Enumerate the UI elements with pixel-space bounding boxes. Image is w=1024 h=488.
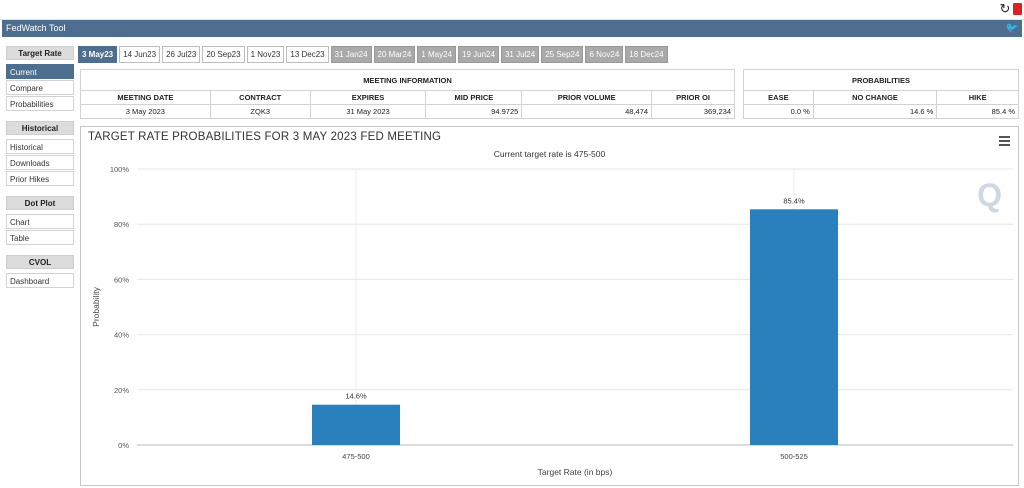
bar-475-500 [312,404,400,445]
y-tick-label: 20% [114,386,129,395]
sidebar-item-compare[interactable]: Compare [6,80,74,95]
sidebar-item-historical[interactable]: Historical [6,139,74,154]
meeting-info-table: MEETING INFORMATION MEETING DATE CONTRAC… [80,69,735,119]
cell-no-change: 14.6 % [812,104,938,119]
cell-contract: ZQK3 [209,104,311,119]
meeting-tabs: 3 May23 14 Jun23 26 Jul23 20 Sep23 1 Nov23 13… [78,46,670,63]
refresh-icon[interactable]: ↻ [998,2,1012,16]
col-mid-price: MID PRICE [425,90,523,105]
sidebar-item-prior-hikes[interactable]: Prior Hikes [6,171,74,186]
sidebar-item-downloads[interactable]: Downloads [6,155,74,170]
x-axis-title: Target Rate (in bps) [538,467,613,477]
cell-prior-volume: 48,474 [521,104,653,119]
col-hike: HIKE [936,90,1019,105]
probabilities-table: PROBABILITIES EASE NO CHANGE HIKE 0.0 % … [743,69,1019,119]
app-title: FedWatch Tool [6,23,66,33]
col-prior-volume: PRIOR VOLUME [521,90,653,105]
sidebar-item-chart[interactable]: Chart [6,214,74,229]
y-axis-title: Probability [91,286,101,326]
x-tick-label: 500-525 [780,452,808,461]
y-tick-label: 60% [114,275,129,284]
sidebar-section-target-rate: Target Rate [6,46,74,60]
cell-prior-oi: 369,234 [651,104,735,119]
tab-meeting[interactable]: 1 Nov23 [246,46,285,63]
pdf-icon[interactable] [1013,3,1022,15]
tab-meeting[interactable]: 19 Jun24 [458,46,499,63]
x-tick-label: 475-500 [342,452,370,461]
col-prior-oi: PRIOR OI [651,90,735,105]
tab-meeting[interactable]: 3 May23 [78,46,118,63]
col-expires: EXPIRES [309,90,427,105]
data-label: 14.6% [345,392,367,401]
cell-mid-price: 94.9725 [425,104,523,119]
tab-meeting[interactable]: 25 Sep24 [541,46,584,63]
tab-meeting[interactable]: 18 Dec24 [625,46,668,63]
probabilities-header: PROBABILITIES [743,69,1019,91]
cell-expires: 31 May 2023 [309,104,427,119]
sidebar-item-current[interactable]: Current [6,64,74,79]
cell-hike: 85.4 % [936,104,1019,119]
cell-meeting-date: 3 May 2023 [80,104,211,119]
tab-meeting[interactable]: 1 May24 [417,46,457,63]
tab-meeting[interactable]: 31 Jan24 [330,46,372,63]
y-tick-label: 40% [114,331,129,340]
bar-chart: 0% 20% 40% 60% 80% 100% 14.6% 475-500 85.4% 500-5… [91,165,1013,477]
bar-500-525 [750,209,838,445]
col-no-change: NO CHANGE [812,90,938,105]
tab-meeting[interactable]: 31 Jul24 [500,46,540,63]
sidebar: Target Rate Current Compare Probabilities Hi… [6,46,74,298]
sidebar-item-dashboard[interactable]: Dashboard [6,273,74,288]
sidebar-item-probabilities[interactable]: Probabilities [6,96,74,111]
tab-meeting[interactable]: 26 Jul23 [162,46,201,63]
tab-meeting[interactable]: 20 Sep23 [202,46,245,63]
data-label: 85.4% [783,196,805,205]
twitter-icon[interactable]: 🐦 [1006,23,1018,34]
col-contract: CONTRACT [209,90,311,105]
sidebar-item-table[interactable]: Table [6,230,74,245]
tab-meeting[interactable]: 20 Mar24 [373,46,416,63]
sidebar-section-historical: Historical [6,121,74,135]
y-tick-label: 100% [110,165,130,174]
col-ease: EASE [743,90,814,105]
app-titlebar: FedWatch Tool 🐦 [2,20,1022,37]
col-meeting-date: MEETING DATE [80,90,211,105]
meeting-info-header: MEETING INFORMATION [80,69,735,91]
sidebar-section-dot-plot: Dot Plot [6,196,74,210]
sidebar-section-cvol: CVOL [6,255,74,269]
tab-meeting[interactable]: 14 Jun23 [119,46,161,63]
chart-panel: TARGET RATE PROBABILITIES FOR 3 MAY 2023… [80,126,1019,486]
y-tick-label: 80% [114,220,129,229]
browser-toolbar: ↻ [0,0,1024,20]
tab-meeting[interactable]: 13 Dec23 [286,46,329,63]
cell-ease: 0.0 % [743,104,814,119]
y-tick-label: 0% [118,441,129,450]
tab-meeting[interactable]: 6 Nov24 [585,46,624,63]
